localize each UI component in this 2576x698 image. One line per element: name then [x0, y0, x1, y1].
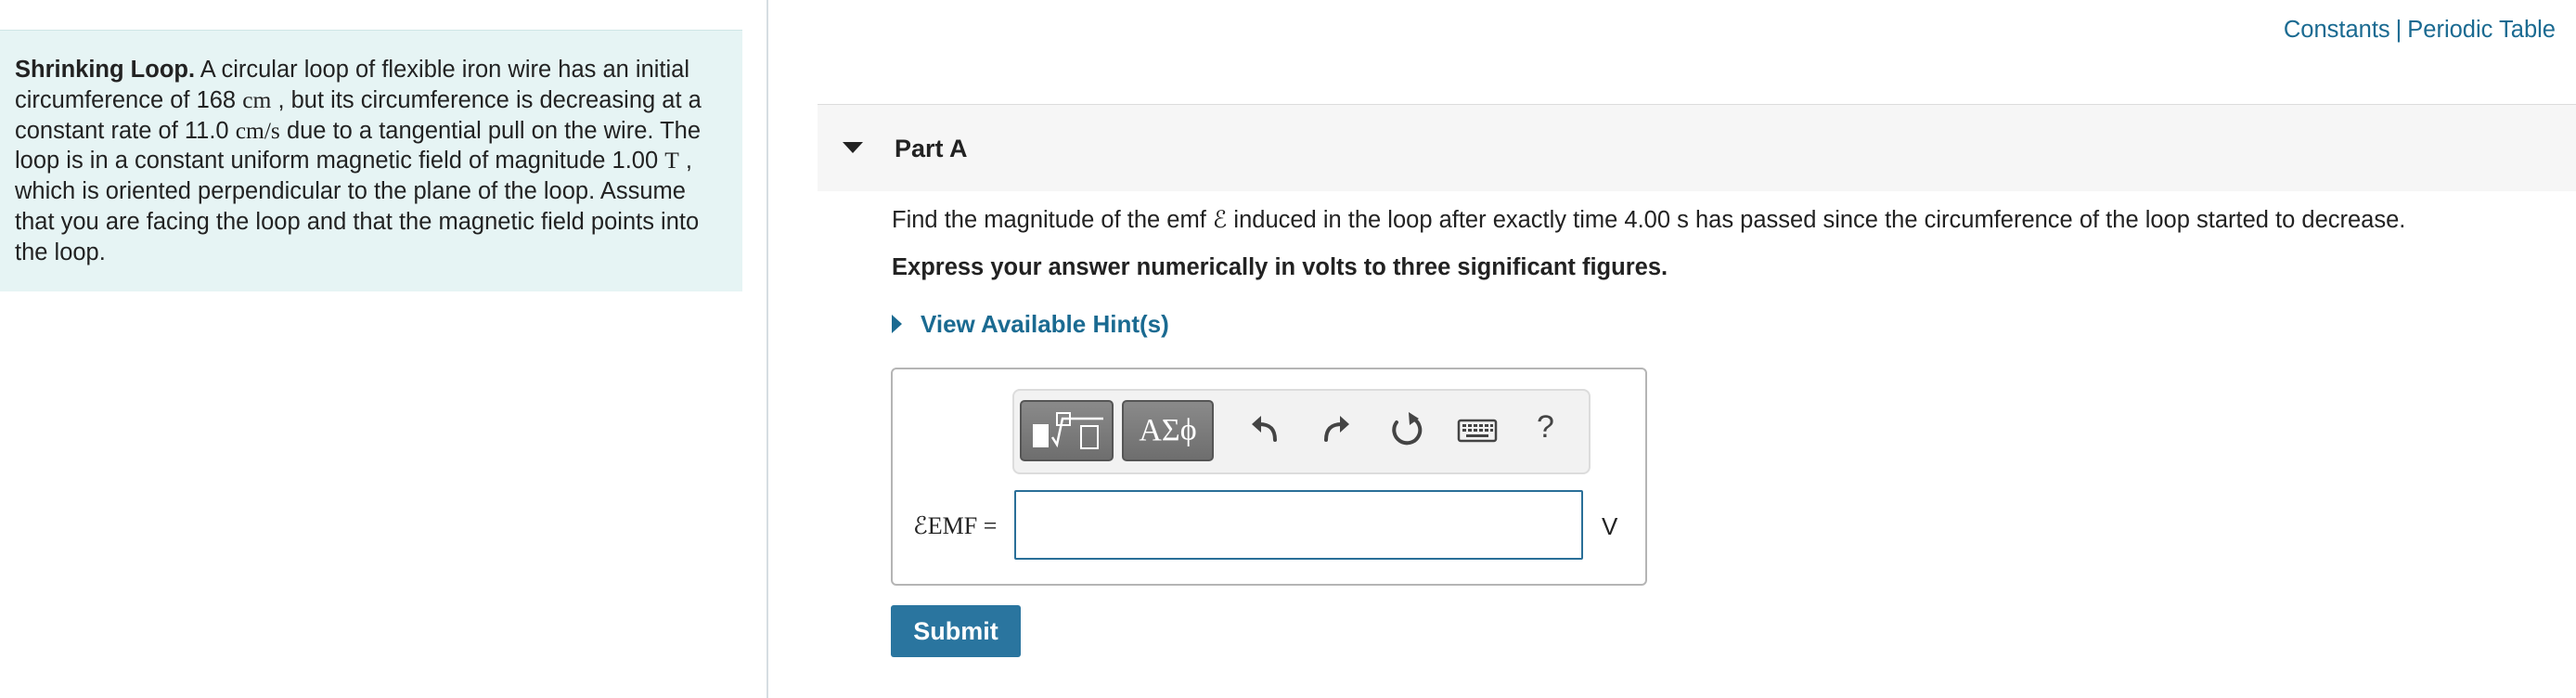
link-separator: |	[2395, 17, 2402, 43]
answer-instruction: Express your answer numerically in volts…	[892, 254, 1668, 280]
answer-box: ΑΣϕ ? ℰEMF = V	[891, 368, 1647, 586]
problem-title: Shrinking Loop.	[15, 57, 196, 83]
math-toolbar: ΑΣϕ ?	[1012, 389, 1591, 474]
question-text: Find the magnitude of the emf ℰ induced …	[892, 206, 2405, 234]
reset-icon[interactable]	[1385, 409, 1426, 450]
header-links: Constants | Periodic Table	[2284, 17, 2556, 44]
emf-label: ℰEMF =	[913, 512, 998, 539]
redo-icon[interactable]	[1316, 409, 1357, 450]
hint-label: View Available Hint(s)	[921, 310, 1169, 338]
panel-divider	[766, 0, 768, 698]
collapse-caret-icon	[843, 142, 863, 153]
part-title: Part A	[895, 135, 968, 162]
undo-icon[interactable]	[1244, 409, 1285, 450]
help-button[interactable]: ?	[1537, 409, 1554, 446]
templates-button[interactable]	[1020, 400, 1114, 461]
problem-statement-panel: Shrinking Loop. A circular loop of flexi…	[0, 30, 742, 291]
part-a-header[interactable]: Part A	[818, 104, 2576, 191]
constants-link[interactable]: Constants	[2284, 17, 2390, 43]
emf-symbol: ℰ	[1212, 206, 1228, 233]
unit-tesla: T	[664, 147, 679, 174]
question-text-1: Find the magnitude of the emf	[892, 207, 1213, 233]
periodic-table-link[interactable]: Periodic Table	[2407, 17, 2556, 43]
question-text-2: induced in the loop after exactly time 4…	[1227, 207, 2406, 233]
view-hints-toggle[interactable]: View Available Hint(s)	[892, 310, 1169, 339]
expand-caret-icon	[892, 315, 902, 334]
unit-label: V	[1602, 512, 1618, 540]
unit-rate: cm/s	[235, 116, 280, 144]
keyboard-icon[interactable]	[1455, 409, 1500, 450]
unit-cm: cm	[242, 85, 272, 113]
symbols-button[interactable]: ΑΣϕ	[1122, 400, 1214, 461]
emf-answer-input[interactable]	[1014, 490, 1583, 560]
templates-icon	[1033, 412, 1103, 449]
submit-button[interactable]: Submit	[891, 605, 1021, 657]
